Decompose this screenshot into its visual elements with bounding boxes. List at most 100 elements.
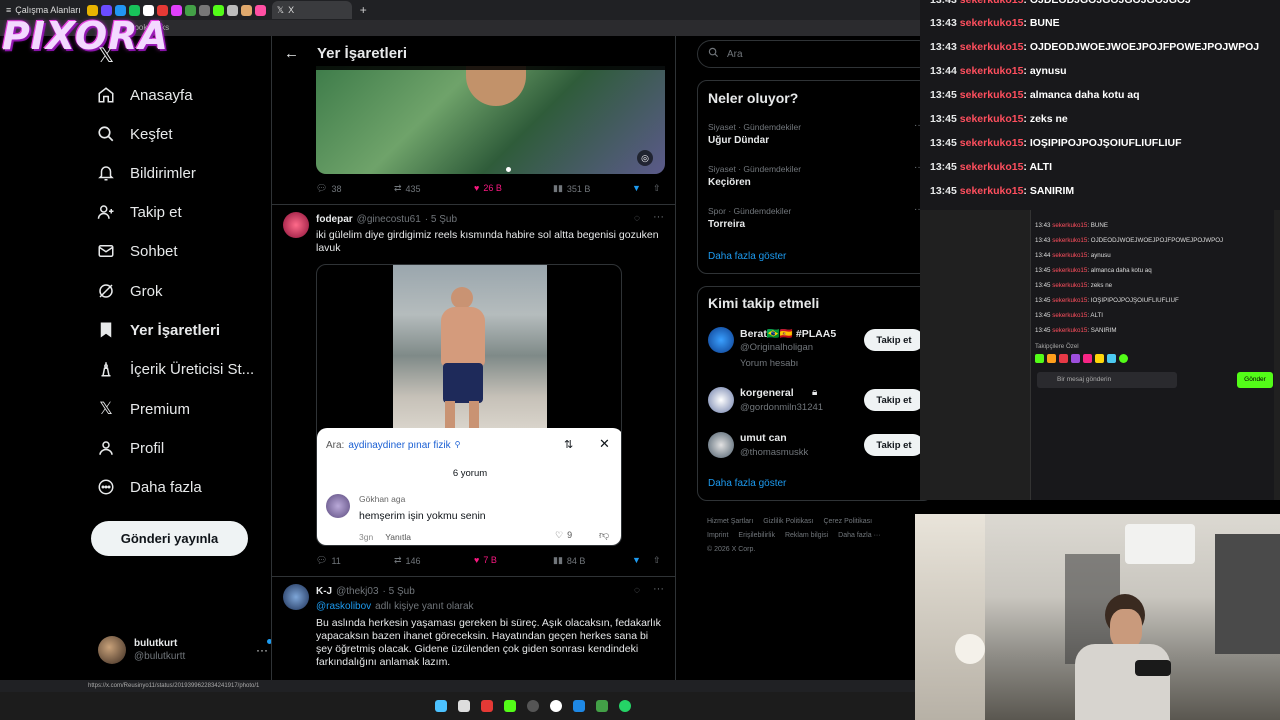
tweet-media[interactable]: Ara: aydinaydiner pınar fizik ⚲ ⇅ ✕ 6 yo… [316,264,622,546]
footer-link[interactable]: Reklam bilgisi [785,529,828,543]
sidebar-item-premium[interactable]: 𝕏 Premium [96,394,190,424]
app-icon[interactable] [503,700,516,712]
sidebar-item-creator-studio[interactable]: İçerik Üreticisi St... [96,354,254,384]
tweet-handle[interactable]: @thekj03 [336,586,378,597]
tweet-author[interactable]: K-J [316,586,332,597]
footer-link[interactable]: Çerez Politikası [823,515,872,529]
sidebar-item-chat[interactable]: Sohbet [96,236,178,266]
emote-icon[interactable] [1107,354,1116,363]
new-tab-button[interactable]: + [360,3,367,17]
grok-icon[interactable]: ◎ [637,150,653,166]
like-button[interactable]: ♥ 26 B [474,183,502,193]
show-more-link[interactable]: Daha fazla göster [708,478,786,489]
sidebar-item-profile[interactable]: Profil [96,433,164,463]
search-input[interactable]: Ara [697,40,933,68]
emote-icon[interactable] [1095,354,1104,363]
emote-icon[interactable] [1047,354,1056,363]
tweet-author[interactable]: fodepar [316,214,353,225]
footer-link[interactable]: Daha fazla ··· [838,529,880,543]
reply-to-handle[interactable]: @raskolibov [316,601,371,612]
sidebar-item-notifications[interactable]: Bildirimler [96,158,196,188]
comment-like[interactable]: ♡ 9 [555,530,572,541]
account-switcher[interactable]: bulutkurt @bulutkurtt ··· [98,630,272,670]
tab-favicon[interactable] [240,4,252,16]
footer-link[interactable]: Gizlilik Politikası [763,515,813,529]
post-button[interactable]: Gönderi yayınla [91,521,248,556]
more-icon[interactable]: ··· [653,583,664,595]
tab-favicon[interactable] [254,4,266,16]
comments-search[interactable]: Ara: aydinaydiner pınar fizik ⚲ [326,440,460,451]
sidebar-item-follow[interactable]: Takip et [96,197,182,227]
bookmark-button[interactable]: ▼ [632,183,641,193]
sidebar-item-bookmarks[interactable]: Yer İşaretleri [96,315,220,345]
avatar[interactable] [283,584,309,610]
trend-item[interactable]: Spor · Gündemdekiler Torreira ··· [708,204,924,230]
whatsapp-icon[interactable] [618,700,631,712]
show-more-link[interactable]: Daha fazla göster [708,251,786,262]
app-icon[interactable] [526,700,539,712]
avatar[interactable] [326,494,350,518]
tweet-media[interactable]: ◎ [316,66,665,174]
emote-icon[interactable] [1071,354,1080,363]
more-icon[interactable]: ··· [256,639,272,657]
trend-item[interactable]: Siyaset · Gündemdekiler Uğur Dündar ··· [708,120,924,146]
x-home-logo[interactable]: 𝕏 [98,40,114,70]
reply-button[interactable]: 💬︎ 38 [316,183,341,194]
emote-icon[interactable] [1083,354,1092,363]
avatar[interactable] [283,212,309,238]
sidebar-item-explore[interactable]: Keşfet [96,119,173,149]
app-icon[interactable] [572,700,585,712]
follow-suggestion[interactable]: umut can @thomasmuskk Takip et [708,432,924,468]
back-arrow-icon[interactable]: ← [284,45,299,62]
footer-link[interactable]: Imprint [707,529,728,543]
active-tab[interactable]: 𝕏 X [271,1,352,19]
sort-icon[interactable]: ⇅ [564,438,573,451]
search-placeholder: Ara [727,48,743,60]
grok-icon[interactable]: ◌ [634,213,640,224]
reply-button[interactable]: 💬︎ 11 [316,555,341,566]
retweet-button[interactable]: ⇄ 146 [394,555,421,566]
views-button[interactable]: ▮▮ 351 B [553,183,590,194]
commenter-name[interactable]: Gökhan aga [359,494,405,504]
dislike-icon[interactable]: 👎︎ [599,529,609,541]
trend-item[interactable]: Siyaset · Gündemdekiler Keçiören ··· [708,162,924,188]
share-button[interactable]: ⇧ [653,183,661,194]
footer-link[interactable]: Hizmet Şartları [707,515,753,529]
more-icon[interactable]: ··· [653,211,664,223]
follow-suggestion[interactable]: korgeneral 🔒︎ @gordonmiln31241 Takip et [708,387,924,423]
send-button[interactable]: Gönder [1237,372,1273,388]
tweet-date[interactable]: · 5 Şub [383,586,415,597]
sidebar-item-grok[interactable]: Grok [96,276,163,306]
app-icon[interactable] [480,700,493,712]
app-icon[interactable] [549,700,562,712]
chat-message-input[interactable]: Bir mesaj gönderin [1037,372,1177,388]
sidebar-item-home[interactable]: Anasayfa [96,80,193,110]
bookmark-button[interactable]: ▼ [632,555,641,565]
emote-icon[interactable] [1119,354,1128,363]
follow-button[interactable]: Takip et [864,329,924,351]
grok-icon[interactable]: ◌ [634,585,640,596]
tweet-handle[interactable]: @ginecostu61 [357,214,421,225]
reply-link[interactable]: Yanıtla [385,532,411,542]
tweet-date[interactable]: · 5 Şub [425,214,457,225]
app-icon[interactable] [595,700,608,712]
like-button[interactable]: ♥ 7 B [474,555,497,565]
close-icon[interactable]: ✕ [599,436,610,452]
sidebar-item-more[interactable]: Daha fazla [96,472,202,502]
footer-link[interactable]: Erişilebilirlik [738,529,775,543]
tab-favicon[interactable] [170,4,182,16]
emote-icon[interactable] [1035,354,1044,363]
tab-favicon[interactable] [198,4,210,16]
search-icon[interactable] [457,700,470,712]
emote-icon[interactable] [1059,354,1068,363]
share-button[interactable]: ⇧ [653,555,661,566]
views-button[interactable]: ▮▮ 84 B [553,555,585,566]
tab-favicon[interactable] [226,4,238,16]
follow-button[interactable]: Takip et [864,434,924,456]
start-icon[interactable] [434,700,447,712]
follow-button[interactable]: Takip et [864,389,924,411]
follow-suggestion[interactable]: Berat🇧🇷🇪🇸 #PLAA5 @Originalholigan Yorum … [708,327,924,369]
tab-favicon[interactable] [184,4,196,16]
retweet-button[interactable]: ⇄ 435 [394,183,421,194]
tab-favicon[interactable] [212,4,224,16]
